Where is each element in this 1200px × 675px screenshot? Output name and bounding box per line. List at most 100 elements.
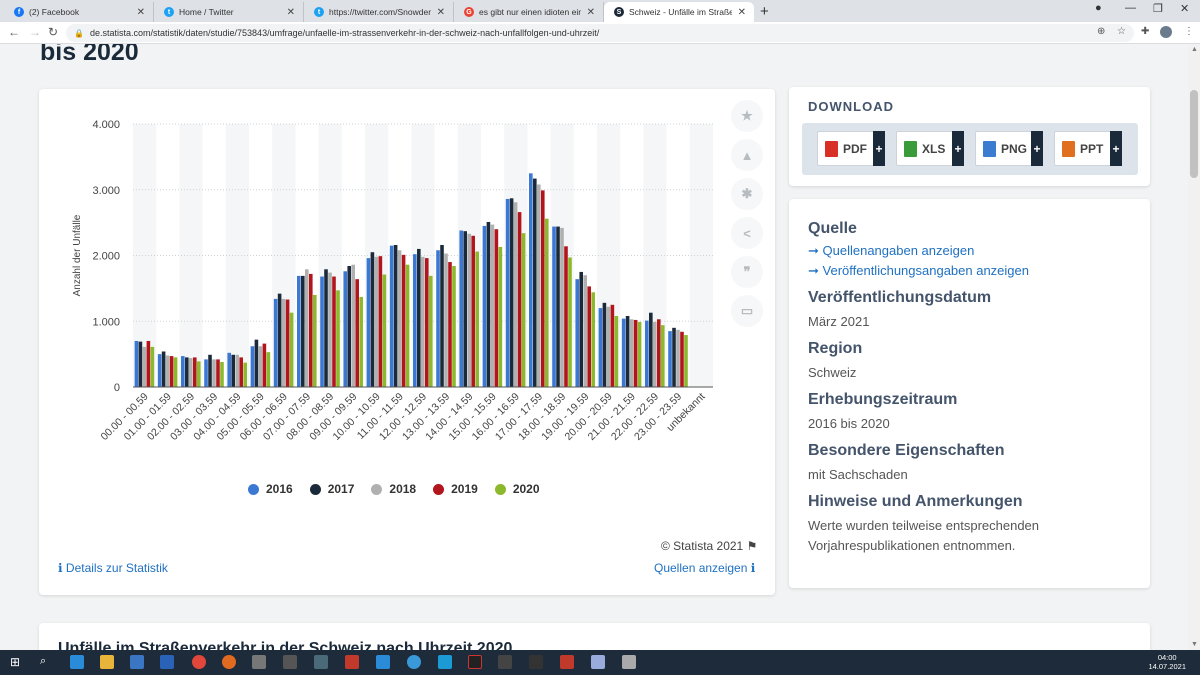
notification-bell-icon[interactable]: ▲ <box>731 139 763 171</box>
calculator-icon[interactable] <box>130 655 144 669</box>
legend-item-2016[interactable]: 2016 <box>248 482 293 496</box>
legend-item-2019[interactable]: 2019 <box>433 482 478 496</box>
app-icon[interactable] <box>283 655 297 669</box>
statista-icon: S <box>614 7 624 17</box>
ubuntu-icon[interactable] <box>222 655 236 669</box>
page-content: bis 2020 0 1.000 2.000 3.000 4.000 Anzahl der… <box>0 44 1188 650</box>
tab-title: (2) Facebook <box>29 7 80 17</box>
quote-icon[interactable]: ❞ <box>731 256 763 288</box>
forward-icon[interactable]: → <box>29 25 41 39</box>
avatar[interactable] <box>1160 26 1172 38</box>
png-file-icon <box>983 140 996 157</box>
details-link[interactable]: ℹ Details zur Statistik <box>58 561 168 575</box>
app-icon[interactable] <box>529 655 543 669</box>
scrollbar-thumb[interactable] <box>1190 90 1198 178</box>
tab-title: es gibt nur einen idioten einstür <box>479 7 581 17</box>
favorite-star-icon[interactable]: ★ <box>731 100 763 132</box>
settings-gear-icon[interactable]: ✱ <box>731 178 763 210</box>
download-xls-button[interactable]: XLS + <box>896 131 964 166</box>
download-pdf-button[interactable]: PDF + <box>817 131 885 166</box>
legend-item-2017[interactable]: 2017 <box>309 482 354 496</box>
close-icon[interactable]: ✕ <box>287 7 295 18</box>
telegram-icon[interactable] <box>407 655 421 669</box>
app-icon[interactable] <box>345 655 359 669</box>
close-icon[interactable]: ✕ <box>137 7 145 18</box>
print-icon[interactable]: ▭ <box>731 295 763 327</box>
maximize-icon[interactable]: ❐ <box>1153 2 1163 15</box>
chart-legend: 2016 2017 2018 2019 2020 <box>248 482 557 496</box>
tab-twitter-snowden[interactable]: t https://twitter.com/Snowden/sta ✕ <box>304 2 454 22</box>
bookmark-star-icon[interactable]: ☆ <box>1117 26 1126 37</box>
url-text: de.statista.com/statistik/daten/studie/7… <box>89 28 600 38</box>
scroll-down-icon[interactable]: ▼ <box>1191 641 1198 648</box>
new-tab-button[interactable]: + <box>760 3 769 20</box>
tab-google-search[interactable]: G es gibt nur einen idioten einstür ✕ <box>454 2 604 22</box>
tab-facebook[interactable]: f (2) Facebook ✕ <box>4 2 154 22</box>
search-icon[interactable]: ⌕ <box>40 655 46 668</box>
close-icon[interactable]: ✕ <box>738 7 746 18</box>
page-scrollbar[interactable]: ▲ ▼ <box>1188 44 1200 650</box>
close-icon[interactable]: ✕ <box>587 7 595 18</box>
table-title: Unfälle im Straßenverkehr in der Schweiz… <box>58 640 513 650</box>
share-icon[interactable]: < <box>731 217 763 249</box>
minimize-icon[interactable]: — <box>1125 2 1136 14</box>
app-icon[interactable] <box>468 655 482 669</box>
page-title: bis 2020 <box>40 44 139 66</box>
skype-icon[interactable] <box>438 655 452 669</box>
info-icon: ℹ <box>58 561 63 575</box>
app-icon[interactable] <box>376 655 390 669</box>
scroll-up-icon[interactable]: ▲ <box>1191 46 1198 53</box>
store-icon[interactable] <box>160 655 174 669</box>
ppt-file-icon <box>1062 140 1075 157</box>
app-icon[interactable] <box>314 655 328 669</box>
close-icon[interactable]: ✕ <box>437 7 445 18</box>
region-value: Schweiz <box>808 365 857 380</box>
app-icon[interactable] <box>252 655 266 669</box>
legend-item-2018[interactable]: 2018 <box>371 482 416 496</box>
source-heading: Quelle <box>808 220 857 237</box>
zoom-icon[interactable]: ⊕ <box>1097 26 1105 37</box>
publication-link[interactable]: ➞ Veröffentlichungsangaben anzeigen <box>808 261 1128 281</box>
download-ppt-button[interactable]: PPT + <box>1054 131 1122 166</box>
chrome-icon[interactable] <box>192 655 206 669</box>
profile-menu-icon[interactable]: ● <box>1095 2 1102 14</box>
twitter-icon: t <box>164 7 174 17</box>
tab-title: Home / Twitter <box>179 7 234 17</box>
pub-date-heading: Veröffentlichungsdatum <box>808 289 992 306</box>
address-bar[interactable]: 🔒 de.statista.com/statistik/daten/studie… <box>66 24 1134 42</box>
tab-title: https://twitter.com/Snowden/sta <box>329 7 431 17</box>
edge-icon[interactable] <box>70 655 84 669</box>
app-icon[interactable] <box>498 655 512 669</box>
download-title: DOWNLOAD <box>808 99 894 114</box>
twitter-icon: t <box>314 7 324 17</box>
info-icon: ℹ <box>750 561 756 575</box>
back-icon[interactable]: ← <box>8 25 20 39</box>
app-icon[interactable] <box>591 655 605 669</box>
pub-date-value: März 2021 <box>808 314 870 329</box>
taskbar: ⊞ ⌕ 04:00 14.07.2021 <box>0 650 1200 675</box>
notes-heading: Hinweise und Anmerkungen <box>808 493 1023 510</box>
notes-value: Werte wurden teilweise entsprechenden Vo… <box>808 518 1040 553</box>
app-icon[interactable] <box>622 655 636 669</box>
tab-statista[interactable]: S Schweiz - Unfälle im Straßenverk ✕ <box>604 2 754 22</box>
reload-icon[interactable]: ↻ <box>48 25 58 39</box>
google-icon: G <box>464 7 474 17</box>
chart-tools: ★ ▲ ✱ < ❞ ▭ <box>731 100 765 334</box>
menu-icon[interactable]: ⋮ <box>1184 26 1194 37</box>
sources-link[interactable]: Quellen anzeigen ℹ <box>654 561 755 575</box>
extensions-icon[interactable]: ✚ <box>1141 26 1149 37</box>
windows-start-icon[interactable]: ⊞ <box>10 655 20 669</box>
period-heading: Erhebungszeitraum <box>808 391 958 408</box>
close-window-icon[interactable]: ✕ <box>1180 2 1189 15</box>
taskbar-clock[interactable]: 04:00 14.07.2021 <box>1148 653 1186 671</box>
lock-icon: 🔒 <box>74 28 84 38</box>
legend-item-2020[interactable]: 2020 <box>494 482 540 496</box>
app-icon[interactable] <box>560 655 574 669</box>
tab-title: Schweiz - Unfälle im Straßenverk <box>629 7 732 17</box>
pdf-file-icon <box>825 140 838 157</box>
download-png-button[interactable]: PNG + <box>975 131 1043 166</box>
facebook-icon: f <box>14 7 24 17</box>
file-explorer-icon[interactable] <box>100 655 114 669</box>
source-link[interactable]: ➞ Quellenangaben anzeigen <box>808 241 1128 261</box>
tab-twitter-home[interactable]: t Home / Twitter ✕ <box>154 2 304 22</box>
